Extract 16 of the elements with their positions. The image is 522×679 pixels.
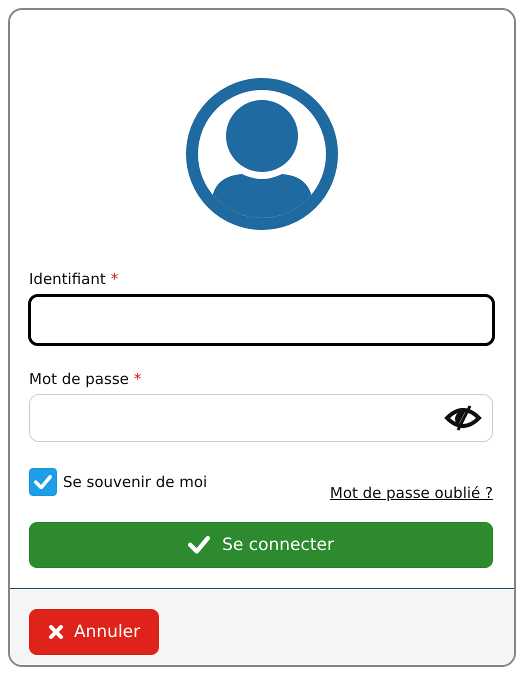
eye-slash-icon[interactable]: [444, 404, 482, 432]
checkbox[interactable]: [29, 468, 57, 496]
field-label: Mot de passe: [29, 370, 129, 388]
forgot-password-link[interactable]: Mot de passe oublié ?: [330, 484, 493, 502]
password-field[interactable]: [29, 394, 493, 442]
user-avatar-icon: [186, 78, 338, 230]
required-mark: *: [134, 370, 142, 388]
check-icon: [34, 474, 52, 490]
login-button[interactable]: Se connecter: [29, 522, 493, 568]
remember-checkbox[interactable]: Se souvenir de moi: [29, 468, 208, 496]
field-label: Identifiant: [29, 270, 106, 288]
check-icon: [188, 536, 210, 554]
cancel-button[interactable]: Annuler: [29, 609, 160, 655]
required-mark: *: [110, 270, 118, 288]
input-field[interactable]: [28, 294, 495, 346]
close-icon: [48, 624, 64, 640]
